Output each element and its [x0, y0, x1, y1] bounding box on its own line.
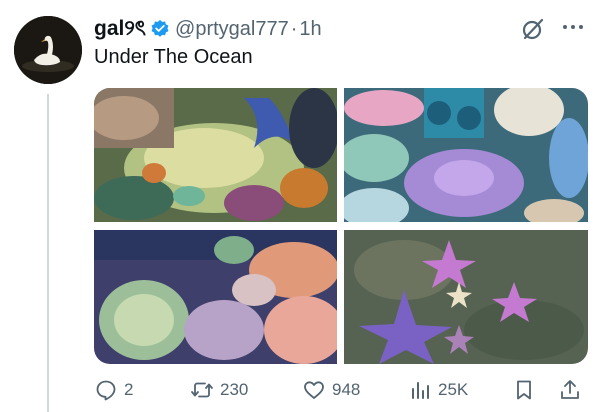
thread-line: [47, 94, 49, 412]
avatar[interactable]: [14, 16, 82, 84]
action-bar: 2 230 948 25K: [0, 372, 600, 408]
share-icon: [561, 380, 579, 399]
like-button[interactable]: 948: [302, 372, 360, 408]
views-button[interactable]: 25K: [408, 372, 468, 408]
media-grid: [94, 88, 588, 364]
reply-count: 2: [124, 380, 134, 399]
more-options-icon[interactable]: [558, 14, 588, 40]
separator-dot: ·: [290, 17, 298, 40]
share-button[interactable]: [558, 372, 582, 408]
grok-icon[interactable]: [520, 16, 546, 42]
like-count: 948: [332, 380, 361, 399]
verified-badge-icon: [150, 19, 170, 39]
coral-reef-photo[interactable]: [94, 230, 337, 364]
reply-icon: [96, 380, 116, 401]
retweet-button[interactable]: 230: [190, 372, 248, 408]
coral-anemones-photo[interactable]: [344, 88, 588, 222]
analytics-icon: [412, 382, 429, 399]
tide-pool-photo[interactable]: [94, 88, 337, 222]
display-name[interactable]: gal୨ৎ: [94, 12, 146, 47]
retweet-count: 230: [220, 380, 249, 399]
views-count: 25K: [438, 380, 469, 399]
tweet-header: gal୨ৎ @prtygal777 · 1h: [94, 14, 322, 44]
bookmark-icon: [517, 380, 531, 400]
timestamp[interactable]: 1h: [299, 18, 321, 41]
tweet[interactable]: gal୨ৎ @prtygal777 · 1h Under The Ocean 2…: [0, 0, 600, 412]
user-handle[interactable]: @prtygal777: [175, 18, 289, 41]
starfish-photo[interactable]: [344, 230, 588, 364]
bookmark-button[interactable]: [512, 372, 536, 408]
reply-button[interactable]: 2: [94, 372, 133, 408]
retweet-icon: [191, 382, 213, 398]
heart-icon: [304, 381, 324, 399]
tweet-text: Under The Ocean: [94, 46, 253, 68]
